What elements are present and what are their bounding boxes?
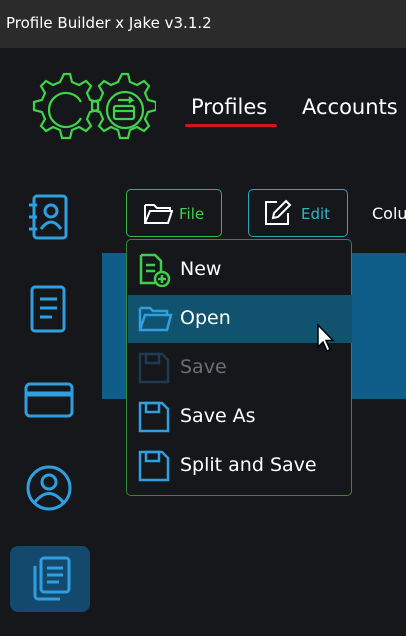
split-save-icon — [138, 450, 170, 482]
menu-item-open-label: Open — [180, 307, 231, 329]
user-circle-icon — [26, 465, 72, 511]
file-button[interactable]: File — [126, 189, 222, 237]
edit-icon — [265, 199, 292, 225]
menu-item-split-and-save[interactable]: Split and Save — [128, 442, 352, 490]
save-as-icon — [138, 401, 170, 433]
menu-item-save-as-label: Save As — [180, 405, 256, 427]
edit-button-label: Edit — [301, 205, 331, 223]
file-menu: New Open Save Save As Split and Save — [126, 239, 352, 496]
credit-card-icon — [24, 382, 74, 418]
mouse-cursor-icon — [317, 323, 335, 353]
menu-item-new[interactable]: New — [128, 246, 352, 294]
columns-button-label[interactable]: Colu — [372, 204, 406, 223]
new-file-icon — [139, 253, 171, 287]
tab-accounts[interactable]: Accounts — [302, 95, 398, 119]
copy-documents-icon — [33, 556, 71, 601]
menu-item-split-and-save-label: Split and Save — [180, 454, 317, 476]
edit-button[interactable]: Edit — [248, 189, 348, 237]
document-icon — [30, 285, 66, 333]
menu-item-new-label: New — [180, 258, 222, 280]
save-icon-disabled — [138, 352, 170, 384]
sidebar-item-cards[interactable] — [24, 374, 74, 424]
tab-profiles[interactable]: Profiles — [191, 95, 267, 119]
sidebar-item-users[interactable] — [24, 463, 74, 513]
title-bar: Profile Builder x Jake v3.1.2 — [0, 0, 406, 48]
active-tab-indicator — [185, 124, 277, 127]
sidebar-item-documents[interactable] — [24, 284, 74, 334]
menu-item-save-as[interactable]: Save As — [128, 393, 352, 441]
sidebar-item-profiles-active[interactable] — [10, 546, 90, 612]
open-folder-icon — [138, 306, 173, 332]
app-logo-icon — [32, 72, 156, 140]
contacts-book-icon — [29, 194, 68, 240]
sidebar-item-contacts[interactable] — [24, 192, 74, 242]
window-title: Profile Builder x Jake v3.1.2 — [6, 14, 212, 32]
folder-icon — [144, 204, 173, 224]
menu-item-save-label: Save — [180, 356, 227, 378]
file-button-label: File — [179, 205, 205, 223]
